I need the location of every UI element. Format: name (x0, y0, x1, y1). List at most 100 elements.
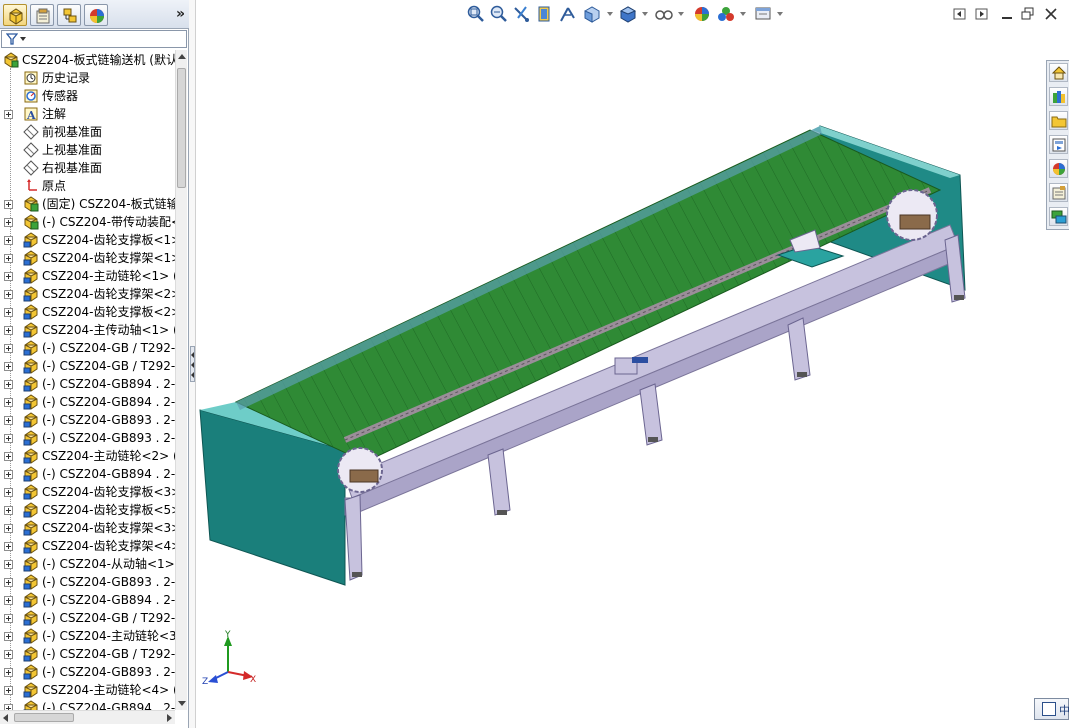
expand-node-icon[interactable] (4, 416, 13, 425)
tree-item[interactable]: (-) CSZ204-主动链轮<3 (0, 627, 175, 645)
zoom-to-fit-button[interactable] (466, 4, 486, 24)
close-button[interactable] (1044, 6, 1058, 20)
expand-node-icon[interactable] (4, 686, 13, 695)
file-explorer-tab[interactable] (1049, 111, 1068, 130)
expand-node-icon[interactable] (4, 380, 13, 389)
tree-item[interactable]: (-) CSZ204-GB / T292-9 (0, 339, 175, 357)
expand-node-icon[interactable] (4, 488, 13, 497)
expand-node-icon[interactable] (4, 398, 13, 407)
tree-item[interactable]: (-) CSZ204-GB / T292-9 (0, 609, 175, 627)
pane-splitter[interactable] (189, 0, 196, 728)
collapse-pane-handle[interactable] (190, 346, 195, 382)
next-document-button[interactable] (975, 6, 989, 20)
display-manager-tab[interactable] (84, 4, 108, 26)
configuration-manager-tab[interactable] (57, 4, 81, 26)
tree-item[interactable]: 原点 (0, 177, 175, 195)
view-settings-dropdown[interactable] (777, 12, 783, 16)
scroll-left-icon[interactable] (3, 714, 8, 722)
expand-node-icon[interactable] (4, 578, 13, 587)
display-style-dropdown[interactable] (642, 12, 648, 16)
expand-node-icon[interactable] (4, 560, 13, 569)
tree-item[interactable]: (-) CSZ204-GB893 . 2-8 (0, 573, 175, 591)
tree-item[interactable]: CSZ204-主动链轮<4> ( (0, 681, 175, 699)
tree-item[interactable]: (-) CSZ204-带传动装配< (0, 213, 175, 231)
design-library-tab[interactable] (1049, 87, 1068, 106)
tree-item[interactable]: (-) CSZ204-GB893 . 2-8 (0, 663, 175, 681)
prev-document-button[interactable] (953, 6, 967, 20)
tree-item[interactable]: CSZ204-齿轮支撑架<3> (0, 519, 175, 537)
tree-item[interactable]: CSZ204-齿轮支撑架<1> (0, 249, 175, 267)
solidworks-resources-tab[interactable] (1049, 63, 1068, 82)
tree-vertical-scrollbar[interactable] (175, 50, 187, 710)
apply-scene-button[interactable] (716, 4, 736, 24)
tree-horizontal-scrollbar[interactable] (0, 710, 175, 724)
expand-node-icon[interactable] (4, 614, 13, 623)
dynamic-annotation-button[interactable] (558, 4, 578, 24)
tree-item[interactable]: (-) CSZ204-GB894 . 2-8 (0, 699, 175, 710)
expand-node-icon[interactable] (4, 362, 13, 371)
tree-item[interactable]: CSZ204-齿轮支撑板<1> (0, 231, 175, 249)
apply-scene-dropdown[interactable] (740, 12, 746, 16)
tree-item[interactable]: (-) CSZ204-GB893 . 2-8 (0, 411, 175, 429)
scroll-thumb-horizontal[interactable] (14, 713, 74, 722)
expand-node-icon[interactable] (4, 668, 13, 677)
expand-node-icon[interactable] (4, 236, 13, 245)
tree-item[interactable]: 历史记录 (0, 69, 175, 87)
status-button[interactable]: 中 (1034, 698, 1069, 720)
graphics-area[interactable] (197, 30, 1047, 670)
expand-node-icon[interactable] (4, 542, 13, 551)
tree-item[interactable]: (-) CSZ204-GB / T292-9 (0, 357, 175, 375)
display-style-button[interactable] (618, 4, 638, 24)
tree-item[interactable]: CSZ204-齿轮支撑板<5> (0, 501, 175, 519)
tree-item[interactable]: A 注解 (0, 105, 175, 123)
edit-appearance-button[interactable] (692, 4, 712, 24)
tree-item[interactable]: (-) CSZ204-GB894 . 2-8 (0, 591, 175, 609)
tree-item[interactable]: 右视基准面 (0, 159, 175, 177)
view-settings-button[interactable] (753, 4, 773, 24)
scroll-up-icon[interactable] (178, 54, 186, 59)
tree-item[interactable]: (固定) CSZ204-板式链输 (0, 195, 175, 213)
tree-item[interactable]: 前视基准面 (0, 123, 175, 141)
feature-tree-tab[interactable] (3, 4, 27, 26)
tree-item[interactable]: CSZ204-齿轮支撑板<3> (0, 483, 175, 501)
tree-item[interactable]: (-) CSZ204-从动轴<1> (0, 555, 175, 573)
tree-item[interactable]: CSZ204-齿轮支撑板<2> (0, 303, 175, 321)
tree-item[interactable]: CSZ204-主动链轮<1> ( (0, 267, 175, 285)
custom-properties-tab[interactable] (1049, 183, 1068, 202)
scroll-thumb[interactable] (177, 68, 186, 188)
expand-node-icon[interactable] (4, 524, 13, 533)
expand-node-icon[interactable] (4, 632, 13, 641)
forum-tab[interactable] (1049, 207, 1068, 226)
expand-node-icon[interactable] (4, 110, 13, 119)
tree-item[interactable]: CSZ204-主传动轴<1> ( (0, 321, 175, 339)
expand-node-icon[interactable] (4, 326, 13, 335)
expand-node-icon[interactable] (4, 506, 13, 515)
appearances-tab[interactable] (1049, 159, 1068, 178)
tree-item[interactable]: (-) CSZ204-GB894 . 2-8 (0, 393, 175, 411)
scroll-right-icon[interactable] (167, 714, 172, 722)
expand-node-icon[interactable] (4, 290, 13, 299)
tree-item[interactable]: 上视基准面 (0, 141, 175, 159)
tree-item[interactable]: CSZ204-齿轮支撑架<4> (0, 537, 175, 555)
tree-filter[interactable] (1, 30, 187, 48)
tree-item[interactable]: (-) CSZ204-GB894 . 2-8 (0, 465, 175, 483)
driven-sprocket[interactable] (886, 189, 938, 241)
view-palette-tab[interactable] (1049, 135, 1068, 154)
tree-item[interactable]: CSZ204-主动链轮<2> ( (0, 447, 175, 465)
drive-sprocket[interactable] (337, 447, 383, 493)
view-orientation-dropdown[interactable] (607, 12, 613, 16)
minimize-button[interactable] (1000, 6, 1014, 20)
expand-node-icon[interactable] (4, 218, 13, 227)
expand-node-icon[interactable] (4, 596, 13, 605)
expand-node-icon[interactable] (4, 650, 13, 659)
expand-node-icon[interactable] (4, 272, 13, 281)
scroll-down-icon[interactable] (178, 701, 186, 706)
hide-show-items-button[interactable] (654, 4, 674, 24)
tree-item[interactable]: (-) CSZ204-GB / T292-9 (0, 645, 175, 663)
expand-node-icon[interactable] (4, 200, 13, 209)
expand-pane-button[interactable]: » (176, 6, 185, 22)
view-orientation-button[interactable] (582, 4, 602, 24)
tree-item[interactable]: CSZ204-齿轮支撑架<2> (0, 285, 175, 303)
expand-node-icon[interactable] (4, 434, 13, 443)
tree-item[interactable]: (-) CSZ204-GB894 . 2-8 (0, 375, 175, 393)
